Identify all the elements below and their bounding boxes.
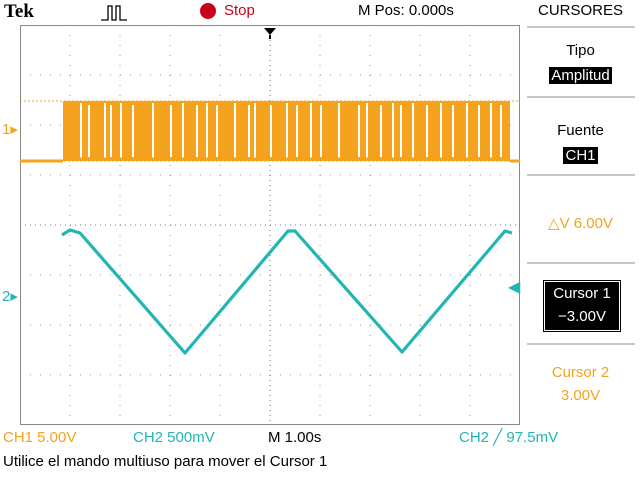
cursor2-value: 3.00V: [560, 387, 601, 404]
horizontal-position-readout: M Pos: 0.000s: [358, 2, 454, 19]
ch2-ground-marker[interactable]: 2▸: [2, 288, 18, 306]
timebase-readout: M 1.00s: [268, 429, 322, 446]
fuente-menu-button[interactable]: Fuente CH1: [521, 100, 640, 170]
cursor1-value: −3.00V: [558, 308, 606, 325]
menu-divider: [527, 262, 635, 264]
trigger-level-arrow-icon: ◀: [508, 279, 521, 296]
delta-v-readout: △V 6.00V: [548, 215, 613, 232]
ch1-waveform: [20, 101, 520, 163]
marker-arrow-icon: ▸: [10, 121, 18, 138]
waveform-display[interactable]: [20, 25, 520, 425]
menu-divider: [527, 96, 635, 98]
ch2-scale-readout: CH2 500mV: [133, 429, 215, 446]
ch2-waveform: [61, 228, 513, 355]
stop-indicator-icon: [200, 3, 216, 19]
side-menu: CURSORES Tipo Amplitud Fuente CH1 △V 6.0…: [521, 0, 640, 480]
run-state-label: Stop: [224, 2, 255, 19]
trigger-position-icon: [264, 28, 276, 35]
pulse-trigger-icon: [101, 5, 127, 21]
brand-logo: Tek: [4, 1, 34, 22]
ch1-scale-readout: CH1 5.00V: [3, 429, 77, 446]
cursor2-label: Cursor 2: [551, 364, 610, 381]
cursor2-menu-button[interactable]: Cursor 2 3.00V: [521, 348, 640, 414]
cursor1-label: Cursor 1: [553, 285, 611, 302]
tipo-label: Tipo: [566, 42, 595, 59]
menu-divider: [527, 174, 635, 176]
graticule: [20, 25, 520, 425]
menu-divider: [527, 343, 635, 345]
marker-arrow-icon: ▸: [10, 288, 18, 305]
ch1-ground-marker[interactable]: 1▸: [2, 121, 18, 139]
status-message: Utilice el mando multiuso para mover el …: [3, 453, 328, 470]
fuente-value: CH1: [563, 147, 598, 164]
cursor1-menu-button[interactable]: Cursor 1 −3.00V: [543, 280, 621, 332]
menu-title: CURSORES: [537, 2, 623, 19]
tipo-menu-button[interactable]: Tipo Amplitud: [521, 30, 640, 94]
fuente-label: Fuente: [557, 122, 604, 139]
menu-divider: [527, 26, 635, 28]
tipo-value: Amplitud: [549, 67, 612, 84]
trigger-readout: CH2 ╱ 97.5mV: [459, 429, 559, 446]
